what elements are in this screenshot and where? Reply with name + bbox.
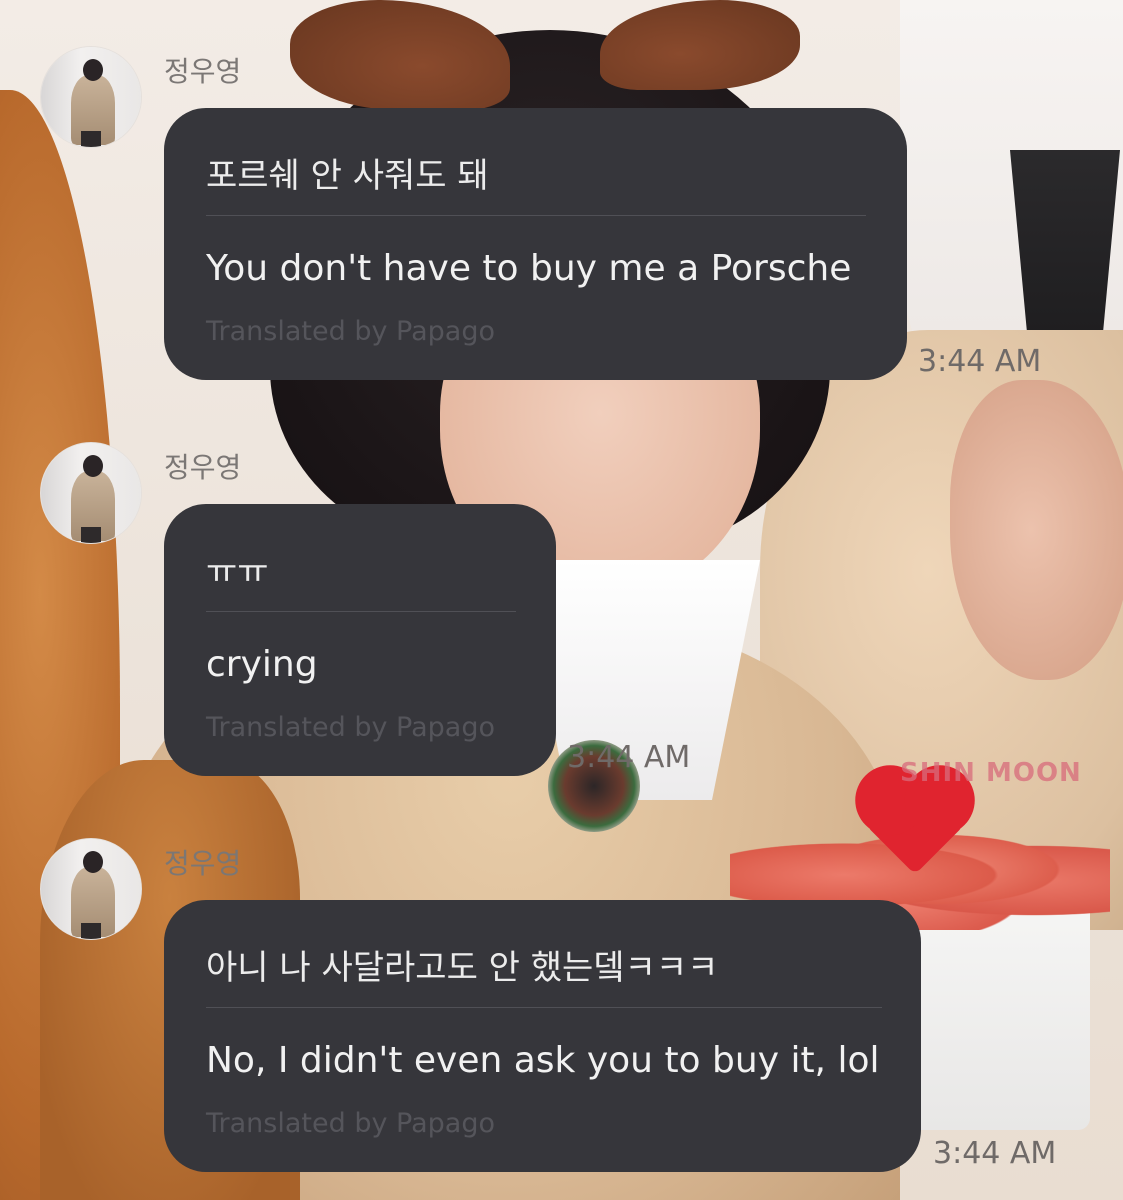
message-timestamp: 3:44 AM <box>933 1136 1057 1171</box>
translated-text: No, I didn't even ask you to buy it, lol <box>206 1040 880 1081</box>
chat-message: 정우영 아니 나 사달라고도 안 했는뎈ㅋㅋㅋ No, I didn't eve… <box>0 0 1123 1200</box>
sender-name: 정우영 <box>164 847 242 880</box>
sender-avatar[interactable] <box>40 838 142 940</box>
original-text: 아니 나 사달라고도 안 했는뎈ㅋㅋㅋ <box>206 948 719 988</box>
translation-divider <box>206 1007 882 1008</box>
message-bubble[interactable]: 아니 나 사달라고도 안 했는뎈ㅋㅋㅋ No, I didn't even as… <box>164 900 921 1172</box>
translation-credit: Translated by Papago <box>206 1108 495 1139</box>
